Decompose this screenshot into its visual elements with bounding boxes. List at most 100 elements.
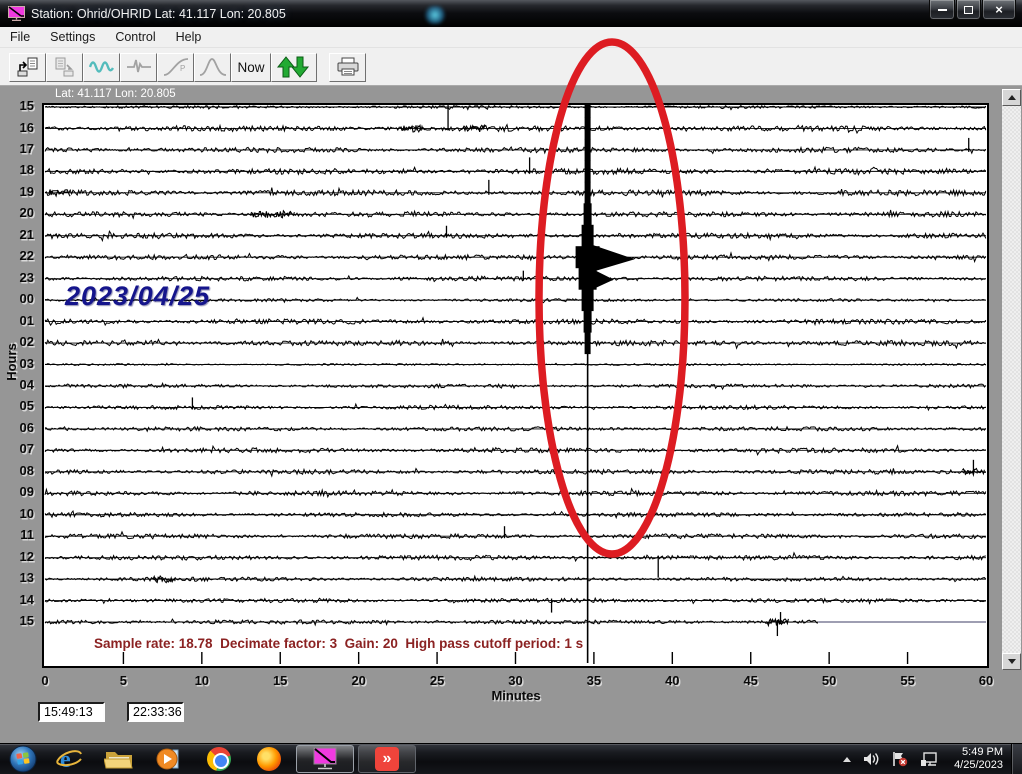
event-time-field[interactable]: 22:33:36 [127,702,184,722]
hour-label: 23 [4,270,34,285]
seismograph-app-icon [312,747,338,771]
hour-label: 18 [4,162,34,177]
scrollbar-up-button[interactable] [1002,89,1021,106]
menu-item-file[interactable]: File [0,27,40,47]
windows-start-icon [9,745,37,773]
firefox-button[interactable] [254,745,284,773]
firefox-icon [257,747,281,771]
restore-button[interactable] [956,0,981,20]
chart-header-latlon: Lat: 41.117 Lon: 20.805 [55,88,176,100]
minute-label: 5 [106,673,140,688]
clock-date: 4/25/2023 [954,759,1003,772]
seismogram-traces [44,105,987,666]
app-seismograph-icon [8,6,25,21]
hour-label: 17 [4,141,34,156]
print-button[interactable] [329,53,366,82]
filter-curve-icon: P [162,56,190,78]
hour-label: 05 [4,398,34,413]
action-center-flag-icon [891,751,908,767]
hour-label: 10 [4,506,34,521]
menubar: FileSettingsControlHelp [0,27,1022,48]
folder-icon [104,747,134,771]
scroll-up-down-button[interactable] [271,53,317,82]
hours-axis-title: Hours [4,332,20,392]
hour-label: 11 [4,527,34,542]
minute-label: 35 [577,673,611,688]
minimize-button[interactable] [929,0,955,20]
hour-label: 01 [4,313,34,328]
current-time-field[interactable]: 15:49:13 [38,702,105,722]
menu-item-help[interactable]: Help [166,27,212,47]
screen: Station: Ohrid/OHRID Lat: 41.117 Lon: 20… [0,0,1022,774]
bell-curve-icon [199,56,227,78]
action-center-button[interactable] [891,751,908,767]
media-player-button[interactable] [154,745,184,773]
hour-label: 19 [4,184,34,199]
vertical-scrollbar[interactable] [1002,89,1021,670]
chevron-up-icon [843,757,851,762]
window-title: Station: Ohrid/OHRID Lat: 41.117 Lon: 20… [31,7,286,21]
trace-button-disabled[interactable] [120,53,157,82]
filter-p-label: P [180,64,185,73]
minute-label: 0 [28,673,62,688]
highpass-filter-button-disabled[interactable]: P [157,53,194,82]
svg-text:e: e [60,747,71,772]
anydesk-icon: » [375,747,399,771]
acquisition-info-text: Sample rate: 18.78 Decimate factor: 3 Ga… [94,636,583,651]
tray-clock[interactable]: 5:49 PM 4/25/2023 [954,746,1003,772]
toolbar: P Now [0,48,1022,86]
window-controls: × [928,0,1016,20]
minute-label: 60 [969,673,1003,688]
scroll-down-icon [1008,659,1016,664]
minute-label: 30 [499,673,533,688]
hour-label: 22 [4,248,34,263]
menu-item-settings[interactable]: Settings [40,27,105,47]
date-annotation: 2023/04/25 [65,281,210,312]
internet-explorer-button[interactable]: e [54,745,84,773]
minute-label: 20 [342,673,376,688]
seismograph-app-taskbar-button-active[interactable] [296,745,354,773]
minute-label: 25 [420,673,454,688]
restore-icon [964,6,973,14]
bandpass-filter-button-disabled[interactable] [194,53,231,82]
minute-label: 45 [734,673,768,688]
copy-button-disabled[interactable] [46,53,83,82]
minutes-axis-title: Minutes [481,688,551,703]
clock-time: 5:49 PM [954,746,1003,759]
helicorder-plot[interactable]: 2023/04/25 Sample rate: 18.78 Decimate f… [42,103,989,668]
anydesk-taskbar-button[interactable]: » [358,745,416,773]
hour-label: 07 [4,441,34,456]
file-explorer-button[interactable] [104,745,134,773]
waveform-view-button[interactable] [83,53,120,82]
hidden-icons-button[interactable] [843,757,851,762]
minute-label: 15 [263,673,297,688]
hour-label: 00 [4,291,34,306]
network-icon [920,752,938,767]
hour-label: 09 [4,484,34,499]
volume-button[interactable] [863,752,879,766]
up-down-arrows-icon [274,55,314,79]
glass-reflection [424,6,446,24]
system-tray: 5:49 PM 4/25/2023 [837,744,1022,774]
hour-label: 06 [4,420,34,435]
speaker-icon [863,752,879,766]
hour-label: 08 [4,463,34,478]
hour-label: 15 [4,98,34,113]
close-button[interactable]: × [982,0,1016,20]
media-player-icon [156,746,182,772]
waveform-icon [89,57,115,77]
now-button[interactable]: Now [231,53,271,82]
scroll-up-icon [1008,95,1016,100]
show-desktop-button[interactable] [1011,744,1022,774]
scrollbar-down-button[interactable] [1002,653,1021,670]
network-button[interactable] [920,752,938,767]
menu-item-control[interactable]: Control [105,27,165,47]
hour-label: 21 [4,227,34,242]
minute-label: 55 [891,673,925,688]
hour-label: 16 [4,120,34,135]
start-button[interactable] [8,745,38,773]
chrome-button[interactable] [204,745,234,773]
minute-label: 50 [812,673,846,688]
open-file-button[interactable] [9,53,46,82]
printer-icon [336,57,360,77]
